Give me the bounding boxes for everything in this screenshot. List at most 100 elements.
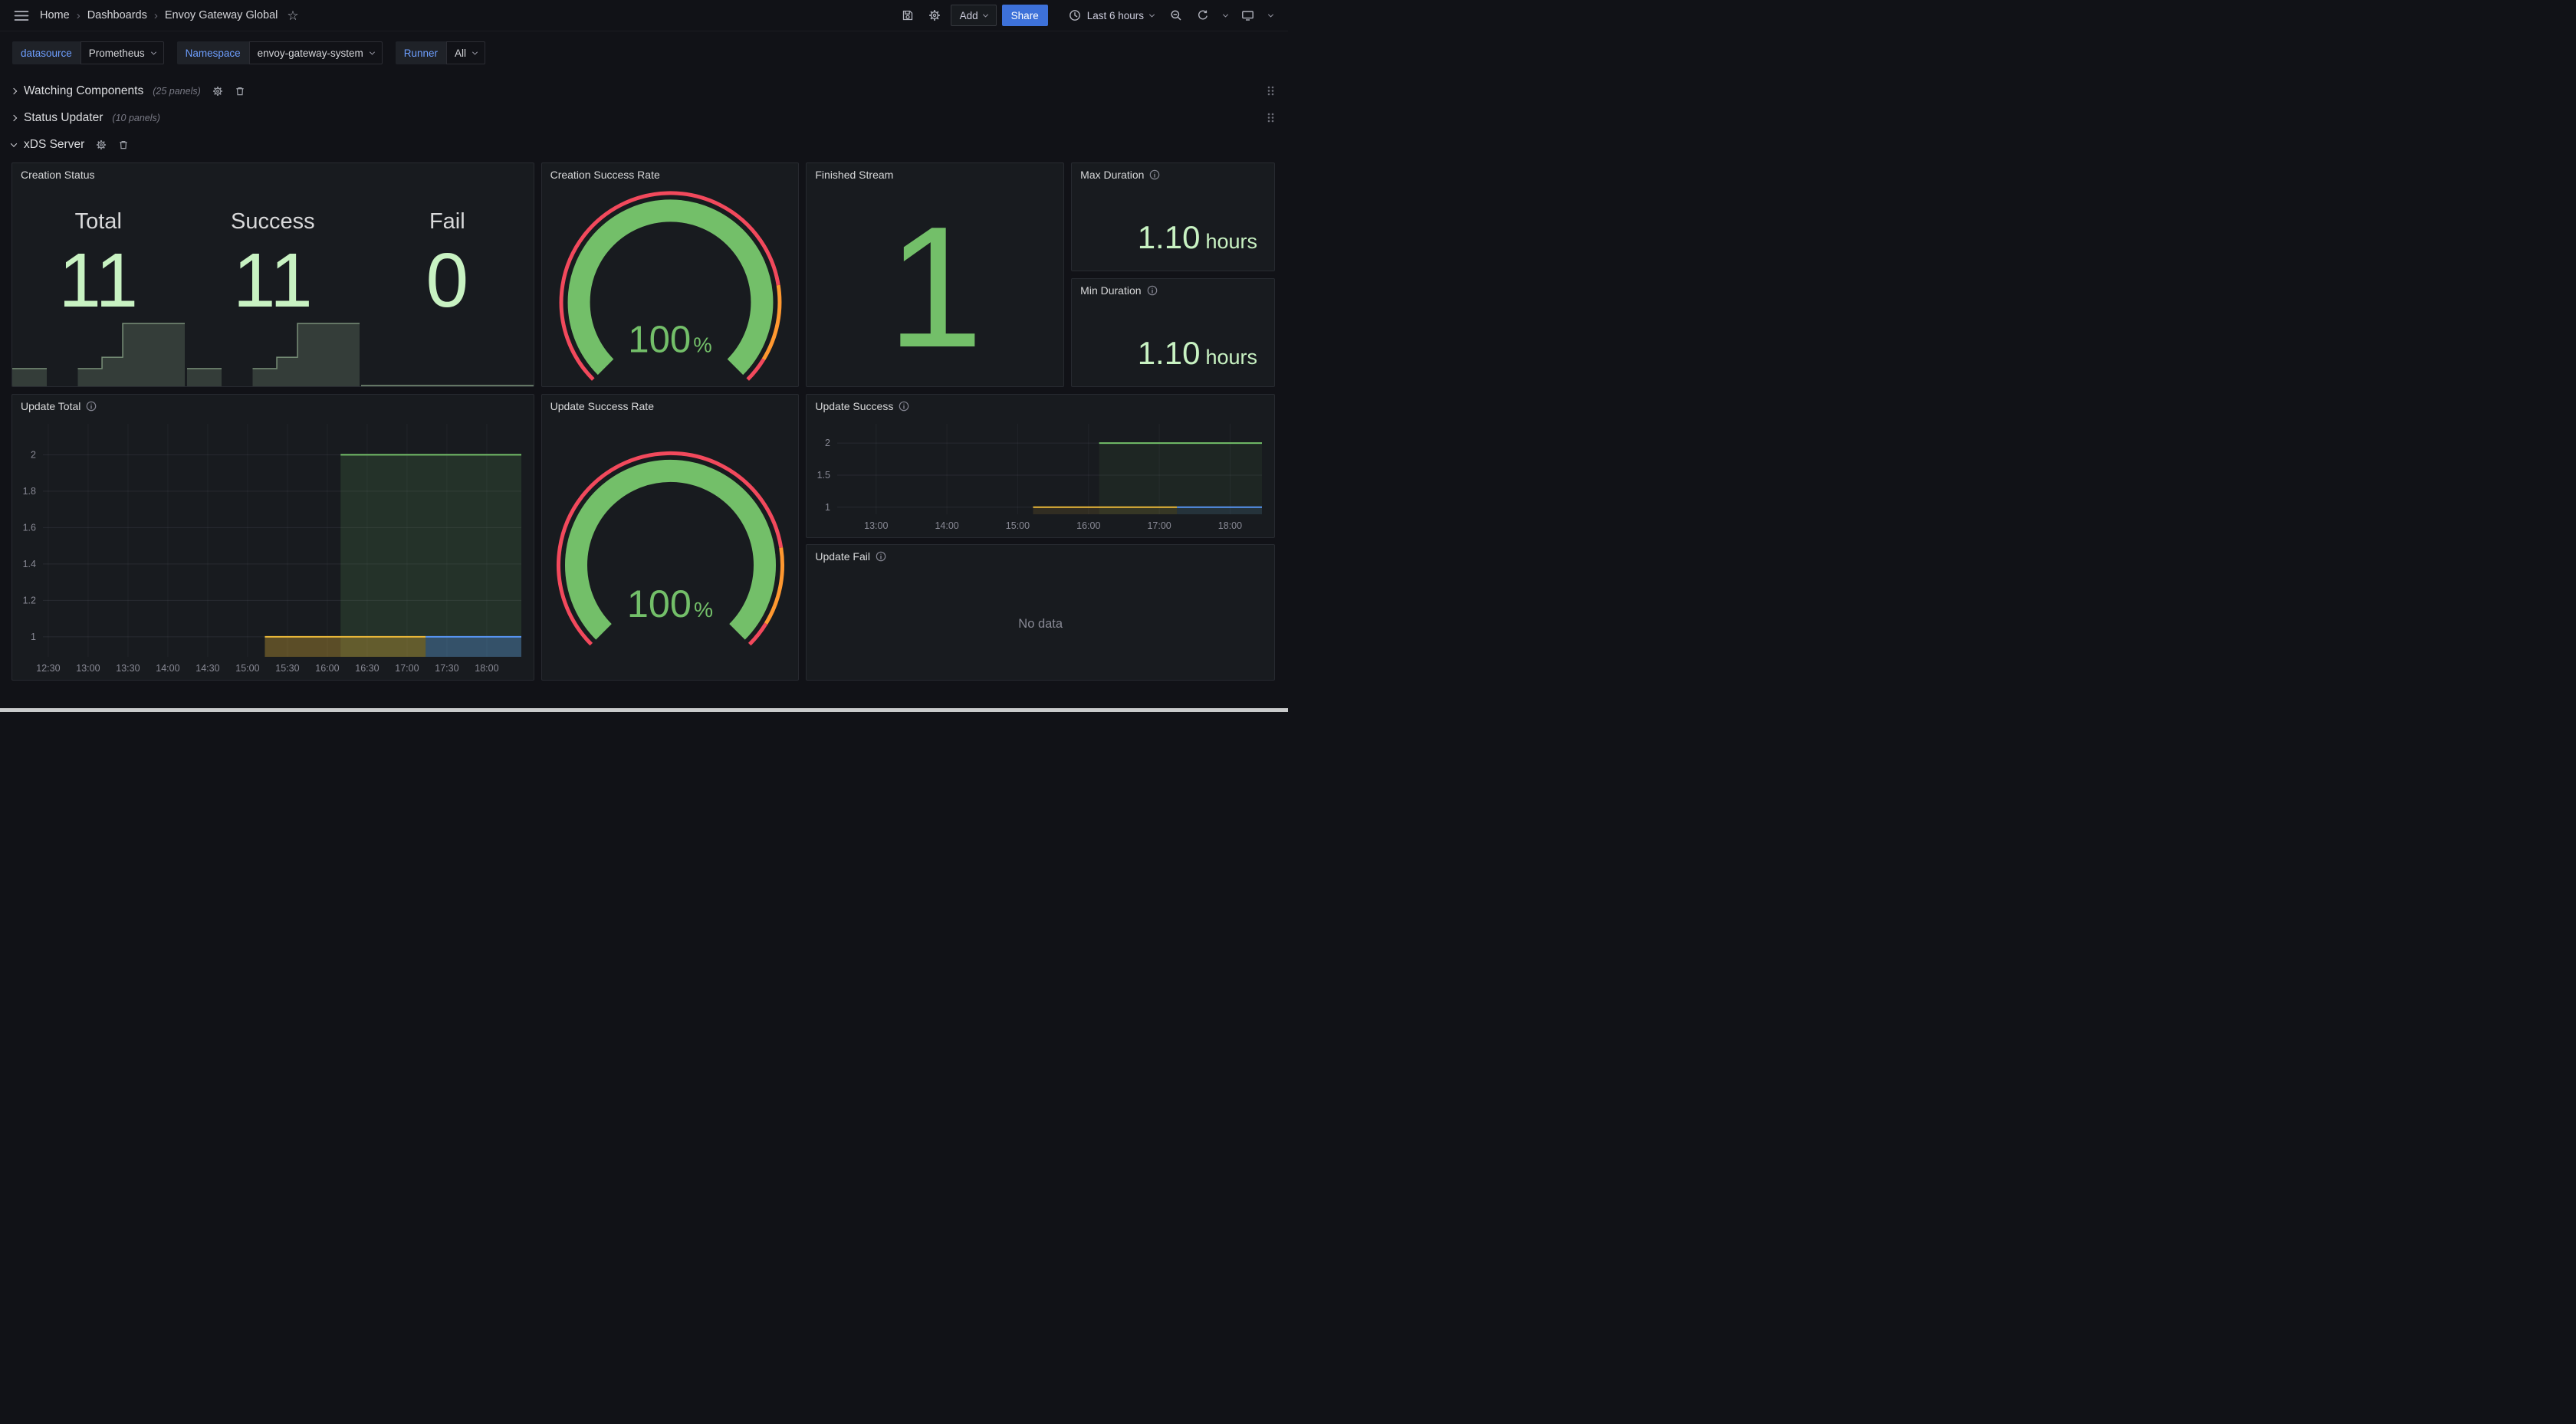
refresh-interval-chevron-icon[interactable] <box>1219 5 1231 26</box>
chevron-down-icon <box>151 49 156 54</box>
share-button[interactable]: Share <box>1002 5 1048 26</box>
panel-title: Creation Success Rate <box>550 169 660 181</box>
row-trash-icon[interactable] <box>118 139 129 150</box>
chevron-down-icon <box>370 49 375 54</box>
stat-unit: hours <box>1205 346 1257 369</box>
breadcrumb: Home › Dashboards › Envoy Gateway Global <box>40 9 278 22</box>
row-settings-icon[interactable] <box>96 139 107 150</box>
panel-header[interactable]: Max Duration <box>1072 163 1274 186</box>
dashboard-row-watching-components[interactable]: Watching Components (25 panels) <box>12 80 1275 101</box>
panel-update-success: Update Success 13:0014:0015:0016:0017:00… <box>806 394 1275 538</box>
gauge-update-success-rate: 100% <box>542 418 799 680</box>
row-settings-icon[interactable] <box>212 86 223 97</box>
panel-header[interactable]: Update Success <box>807 395 1274 418</box>
stat-value: 1.10 <box>1138 337 1201 369</box>
panel-header[interactable]: Creation Success Rate <box>542 163 799 186</box>
chevron-down-icon <box>472 49 478 54</box>
panel-header[interactable]: Update Success Rate <box>542 395 799 418</box>
variable-runner-label: Runner <box>396 41 446 64</box>
panel-title: Update Success Rate <box>550 400 654 412</box>
svg-text:1.6: 1.6 <box>23 522 36 533</box>
row-trash-icon[interactable] <box>235 86 245 97</box>
variable-datasource-select[interactable]: Prometheus <box>80 41 164 64</box>
gauge-value-unit: % <box>694 597 713 622</box>
chevron-down-icon <box>1149 11 1155 17</box>
gauge-value: 100% <box>542 585 799 623</box>
svg-text:1.5: 1.5 <box>817 470 830 481</box>
chevron-down-icon <box>983 11 988 17</box>
time-range-picker[interactable]: Last 6 hours <box>1063 5 1160 26</box>
svg-text:12:30: 12:30 <box>36 663 60 674</box>
zoom-out-icon[interactable] <box>1165 5 1187 26</box>
svg-text:13:30: 13:30 <box>116 663 140 674</box>
panel-update-total: Update Total 12:3013:0013:3014:0014:3015… <box>12 394 534 681</box>
info-icon[interactable] <box>899 401 909 412</box>
add-button[interactable]: Add <box>951 5 997 26</box>
panel-header[interactable]: Update Total <box>12 395 534 418</box>
dashboard-variables-bar: datasource Prometheus Namespace envoy-ga… <box>0 31 1288 74</box>
settings-icon[interactable] <box>924 5 945 26</box>
variable-runner-select[interactable]: All <box>446 41 485 64</box>
svg-text:1.2: 1.2 <box>23 595 36 605</box>
variable-namespace-value: envoy-gateway-system <box>258 48 363 59</box>
panel-title: Update Total <box>21 400 80 412</box>
breadcrumb-home[interactable]: Home <box>40 9 70 21</box>
svg-text:1.8: 1.8 <box>23 486 36 497</box>
star-icon[interactable]: ☆ <box>287 9 298 22</box>
dashboard-body: Watching Components (25 panels) Status U… <box>0 80 1288 681</box>
svg-text:15:00: 15:00 <box>235 663 259 674</box>
svg-text:14:30: 14:30 <box>196 663 219 674</box>
panel-creation-status: Creation Status Total 11 Success 11 Fail… <box>12 162 534 387</box>
panel-header[interactable]: Creation Status <box>12 163 534 186</box>
stat-label: Total <box>75 209 122 235</box>
panel-max-duration: Max Duration 1.10 hours <box>1071 162 1275 271</box>
svg-text:18:00: 18:00 <box>475 663 498 674</box>
dashboard-row-status-updater[interactable]: Status Updater (10 panels) <box>12 107 1275 128</box>
breadcrumb-separator: › <box>77 9 80 22</box>
breadcrumb-dashboards[interactable]: Dashboards <box>87 9 147 21</box>
drag-handle-icon[interactable] <box>1267 85 1275 97</box>
gauge-creation-success-rate: 100% <box>542 186 799 386</box>
refresh-icon[interactable] <box>1192 5 1214 26</box>
panel-header[interactable]: Finished Stream <box>807 163 1063 186</box>
panel-title: Finished Stream <box>815 169 893 181</box>
gauge-value-number: 100 <box>627 582 692 625</box>
collapse-topbar-chevron-icon[interactable] <box>1263 5 1277 26</box>
sparkline-fail <box>361 322 534 386</box>
svg-text:16:00: 16:00 <box>1077 520 1101 531</box>
update-panels-column: Update Success 13:0014:0015:0016:0017:00… <box>806 394 1275 681</box>
sparkline-total <box>12 322 185 386</box>
topbar-actions: Add Share Last 6 hours <box>897 5 1277 26</box>
chevron-right-icon <box>11 114 17 120</box>
panel-title: Update Fail <box>815 550 870 563</box>
panel-finished-stream: Finished Stream 1 <box>806 162 1064 387</box>
gauge-value: 100% <box>542 322 799 359</box>
drag-handle-icon[interactable] <box>1267 112 1275 123</box>
panel-min-duration: Min Duration 1.10 hours <box>1071 278 1275 387</box>
stat-label: Fail <box>429 209 465 235</box>
info-icon[interactable] <box>876 551 886 562</box>
breadcrumb-current-dashboard[interactable]: Envoy Gateway Global <box>165 9 278 21</box>
chevron-right-icon <box>11 87 17 94</box>
stat-value: 0 <box>426 242 469 319</box>
row-title: Watching Components <box>24 84 143 98</box>
variable-namespace-label: Namespace <box>177 41 249 64</box>
tv-icon[interactable] <box>1237 5 1258 26</box>
stat-min-duration: 1.10 hours <box>1138 337 1257 369</box>
variable-namespace-select[interactable]: envoy-gateway-system <box>249 41 383 64</box>
stat-group: Total 11 Success 11 Fail 0 <box>12 186 534 386</box>
panel-header[interactable]: Min Duration <box>1072 279 1274 302</box>
menu-icon[interactable] <box>11 5 32 26</box>
dashboard-row-xds-server[interactable]: xDS Server <box>12 134 1275 155</box>
row-title: xDS Server <box>24 138 84 152</box>
info-icon[interactable] <box>1147 285 1158 296</box>
timeseries-update-success: 13:0014:0015:0016:0017:0018:0011.52 <box>807 418 1274 537</box>
stat-finished-stream-value: 1 <box>807 186 1063 386</box>
save-icon[interactable] <box>897 5 918 26</box>
panel-header[interactable]: Update Fail <box>807 545 1274 568</box>
svg-text:2: 2 <box>825 438 830 448</box>
info-icon[interactable] <box>1149 169 1160 180</box>
info-icon[interactable] <box>86 401 97 412</box>
stat-value: 1.10 <box>1138 221 1201 254</box>
svg-text:15:00: 15:00 <box>1006 520 1030 531</box>
